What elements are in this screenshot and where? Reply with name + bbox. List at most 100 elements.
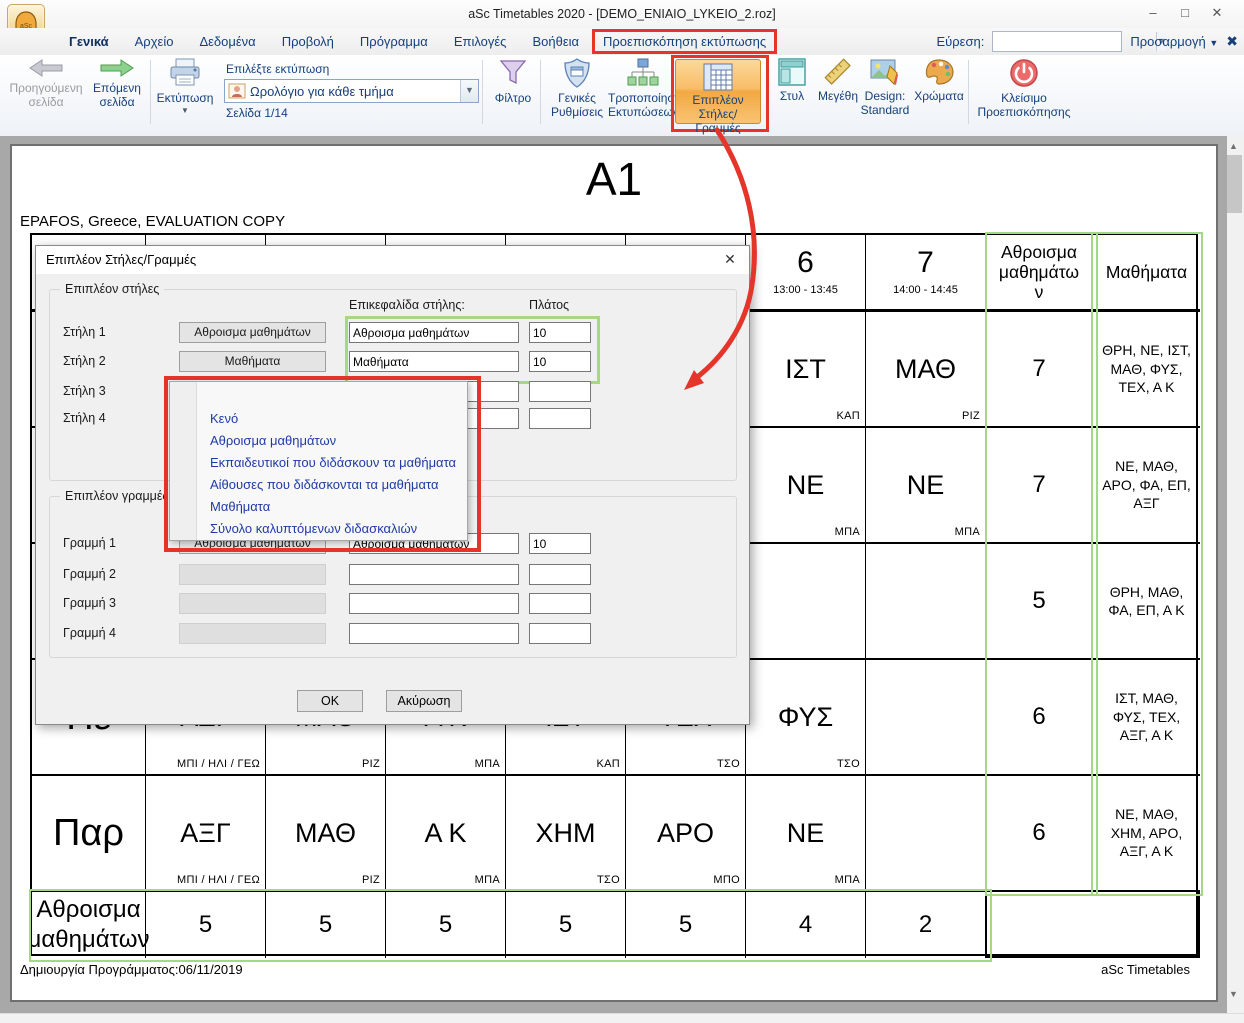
column-width-input-2[interactable] — [529, 351, 591, 372]
lesson-cell: ΑΞΓΜΠΙ / ΗΛΙ / ΓΕΩ — [146, 776, 266, 892]
menu-item-1[interactable]: Κενό — [210, 408, 463, 430]
design-button[interactable]: Design: Standard — [858, 58, 912, 117]
subjects-column-header: Μαθήματα — [1093, 235, 1200, 312]
maximize-button[interactable]: □ — [1170, 2, 1200, 24]
menu-programma[interactable]: Πρόγραμμα — [347, 31, 441, 52]
select-print-label: Επιλέξτε εκτύπωση — [226, 62, 329, 76]
lesson-cell: ΦΥΣΤΣΟ — [746, 660, 866, 776]
evaluation-watermark: EPAFOS, Greece, EVALUATION COPY — [20, 213, 285, 230]
row-width-input-2[interactable] — [529, 564, 591, 585]
menu-voitheia[interactable]: Βοήθεια — [519, 31, 592, 52]
arrow-right-icon — [99, 58, 135, 78]
sum-row-merged-cell — [986, 892, 1200, 958]
menu-print-preview[interactable]: Προεπισκόπηση εκτύπωσης — [592, 29, 777, 54]
menu-dedomena[interactable]: Δεδομένα — [186, 31, 268, 52]
page-indicator: Σελίδα 1/14 — [226, 106, 288, 120]
menu-arxeio[interactable]: Αρχείο — [122, 31, 187, 52]
org-chart-icon — [627, 58, 659, 88]
toolbar-separator — [968, 60, 969, 124]
print-button[interactable]: Εκτύπωση ▼ — [152, 58, 218, 116]
sum-value-2: 5 — [266, 892, 386, 958]
column-type-menu: ΚενόΑθροισμα μαθημάτωνΕκπαιδευτικοί που … — [169, 381, 468, 541]
close-button[interactable]: ✕ — [1202, 2, 1232, 24]
menu-item-5[interactable]: Μαθήματα — [210, 496, 463, 518]
menu-genika[interactable]: Γενικά — [56, 31, 122, 52]
period-header-6: 613:00 - 13:45 — [746, 235, 866, 312]
search-label: Εύρεση: — [936, 34, 984, 49]
colors-button[interactable]: Χρώματα — [912, 58, 966, 103]
column-header-input-2[interactable] — [349, 351, 519, 372]
column-width-label: Πλάτος — [529, 298, 569, 312]
menu-item-6[interactable]: Σύνολο καλυπτόμενων διδασκαλιών — [210, 518, 463, 540]
menu-item-2[interactable]: Αθροισμα μαθημάτων — [210, 430, 463, 452]
vertical-scrollbar[interactable] — [1227, 136, 1244, 1013]
extra-columns-rows-button[interactable]: Επιπλέον Στήλες/Γραμμές — [675, 59, 761, 124]
column-width-input-3[interactable] — [529, 381, 591, 402]
menu-item-4[interactable]: Αίθουσες που διδάσκονται τα μαθήματα — [210, 474, 463, 496]
dialog-title: Επιπλέον Στήλες/Γραμμές — [46, 252, 196, 267]
window-bottom-edge — [0, 1013, 1244, 1023]
lesson-cell: ΙΣΤΚΑΠ — [746, 312, 866, 428]
row-header-input-3[interactable] — [349, 593, 519, 614]
chevron-down-icon[interactable]: ▼ — [460, 80, 478, 102]
sum-row-label: Αθροισμα μαθημάτων — [32, 892, 146, 958]
row-subjects-cell: ΝΕ, ΜΑΘ, ΑΡΟ, ΦΑ, ΕΠ, ΑΞΓ — [1093, 428, 1200, 544]
row-width-input-4[interactable] — [529, 623, 591, 644]
sum-value-1: 5 — [146, 892, 266, 958]
row-type-button-4[interactable] — [179, 623, 326, 644]
column-width-input-1[interactable] — [529, 322, 591, 343]
row-header-input-4[interactable] — [349, 623, 519, 644]
customize-menu[interactable]: Προσαρμογή ▼ — [1130, 34, 1218, 49]
toolbar-separator — [482, 60, 483, 124]
modify-prints-button[interactable]: Τροποποίηση Εκτυπώσεων — [608, 58, 678, 119]
row-type-button-3[interactable] — [179, 593, 326, 614]
scrollbar-thumb[interactable] — [1227, 155, 1242, 213]
row-width-input-1[interactable] — [529, 533, 591, 554]
chevron-down-icon: ▼ — [152, 106, 218, 115]
scroll-up-icon[interactable]: ▲ — [1226, 138, 1241, 154]
period-header-7: 714:00 - 14:45 — [866, 235, 986, 312]
row-sum-cell: 7 — [986, 428, 1093, 544]
timetable-person-icon — [228, 83, 246, 99]
search-combobox[interactable]: ▼ — [992, 31, 1122, 52]
close-preview-button[interactable]: Κλείσιμο Προεπισκόπησης — [972, 58, 1076, 119]
column-width-input-4[interactable] — [529, 408, 591, 429]
annotation-red-box-extra-button: Επιπλέον Στήλες/Γραμμές — [671, 55, 769, 132]
minimize-button[interactable]: – — [1138, 2, 1168, 24]
menu-item-3[interactable]: Εκπαιδευτικοί που διδάσκουν τα μαθήματα — [210, 452, 463, 474]
column-type-button-2[interactable]: Μαθήματα — [179, 351, 326, 372]
lesson-cell: ΜΑΘΡΙΖ — [266, 776, 386, 892]
style-button[interactable]: Στυλ — [770, 58, 814, 103]
cancel-button[interactable]: Ακύρωση — [386, 690, 462, 712]
general-settings-button[interactable]: Γενικές Ρυθμίσεις — [545, 58, 609, 119]
next-page-button[interactable]: Επόμενη σελίδα — [88, 58, 146, 109]
page-footer-date: Δημιουργία Προγράμματος:06/11/2019 — [20, 962, 243, 977]
menu-epiloges[interactable]: Επιλογές — [441, 31, 520, 52]
print-selection-combobox[interactable]: Ωρολόγιο για κάθε τμήμα ▼ — [224, 79, 479, 103]
filter-button[interactable]: Φίλτρο — [488, 58, 538, 105]
row-label-4: Γραμμή 4 — [63, 626, 116, 640]
lesson-cell — [866, 544, 986, 660]
class-title: A1 — [30, 152, 1198, 206]
sum-value-5: 5 — [626, 892, 746, 958]
layout-icon — [778, 58, 806, 86]
row-width-input-3[interactable] — [529, 593, 591, 614]
menubar-close-x-icon[interactable]: ✖ — [1226, 33, 1238, 50]
extra-rows-group-label: Επιπλέον γραμμές — [60, 489, 173, 503]
row-label-2: Γραμμή 2 — [63, 567, 116, 581]
funnel-icon — [498, 58, 528, 88]
annotation-red-box-menu: ΚενόΑθροισμα μαθημάτωνΕκπαιδευτικοί που … — [164, 376, 481, 552]
lesson-cell: ΝΕΜΠΑ — [746, 776, 866, 892]
sizes-button[interactable]: Μεγέθη — [814, 58, 862, 103]
menu-provoli[interactable]: Προβολή — [269, 31, 347, 52]
prev-page-button[interactable]: Προηγούμενη σελίδα — [6, 58, 86, 109]
row-header-input-2[interactable] — [349, 564, 519, 585]
column-type-button-1[interactable]: Αθροισμα μαθημάτων — [179, 322, 326, 343]
scroll-down-icon[interactable]: ▼ — [1226, 986, 1241, 1002]
sum-value-4: 5 — [506, 892, 626, 958]
ok-button[interactable]: OK — [297, 690, 363, 712]
column-header-input-1[interactable] — [349, 322, 519, 343]
dialog-close-icon[interactable]: ✕ — [721, 251, 739, 268]
power-icon — [1009, 58, 1039, 88]
row-type-button-2[interactable] — [179, 564, 326, 585]
